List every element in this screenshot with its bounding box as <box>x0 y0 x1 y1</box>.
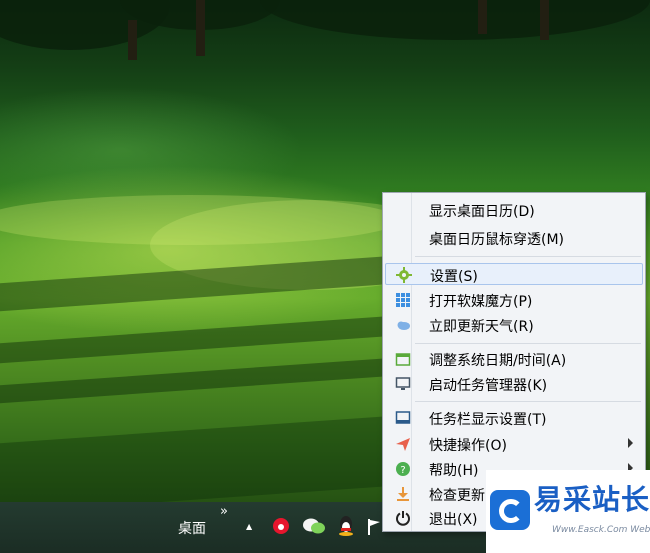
menu-item-label: 启动任务管理器(K) <box>429 378 548 394</box>
tree-trunk <box>196 0 205 56</box>
download-icon <box>397 487 409 501</box>
shadow-band <box>0 415 400 515</box>
menu-item-task-manager[interactable]: 启动任务管理器(K) <box>385 373 643 395</box>
monitor-icon <box>395 377 411 390</box>
menu-item-label: 立即更新天气(R) <box>429 319 534 335</box>
menu-item-adjust-date-time[interactable]: 调整系统日期/时间(A) <box>385 348 643 370</box>
toolbar-expand-icon[interactable]: » <box>220 504 228 519</box>
submenu-arrow-icon <box>628 438 633 448</box>
menu-separator <box>415 401 641 402</box>
tray-overflow-icon[interactable]: ▲ <box>246 522 252 531</box>
desktop-toolbar-label[interactable]: 桌面 <box>178 518 206 538</box>
wechat-icon[interactable] <box>302 516 326 536</box>
menu-item-taskbar-display-settings[interactable]: 任务栏显示设置(T) <box>385 407 643 429</box>
menu-item-label: 快捷操作(O) <box>429 438 507 454</box>
grid-icon <box>396 293 410 307</box>
watermark: 易采站长站 Www.Easck.Com Website <box>486 470 650 553</box>
menu-item-label: 显示桌面日历(D) <box>429 204 535 220</box>
watermark-title: 易采站长站 <box>534 483 650 516</box>
action-center-flag-icon[interactable] <box>366 518 382 536</box>
tree-trunk <box>540 0 549 40</box>
taskbar-icon <box>395 411 411 424</box>
tree-trunk <box>128 20 137 60</box>
tree-trunk <box>478 0 487 34</box>
menu-separator <box>415 256 641 257</box>
shadow-band <box>0 357 400 405</box>
svg-text:?: ? <box>400 465 405 476</box>
cloud-icon <box>397 321 410 330</box>
shadow-band <box>0 315 400 365</box>
menu-item-label: 打开软媒魔方(P) <box>429 294 533 310</box>
send-icon <box>396 438 410 451</box>
menu-item-label: 调整系统日期/时间(A) <box>429 353 567 369</box>
menu-item-open-magic-cube[interactable]: 打开软媒魔方(P) <box>385 289 643 311</box>
menu-item-label: 退出(X) <box>429 512 478 528</box>
menu-item-quick-actions[interactable]: 快捷操作(O) <box>385 433 643 455</box>
watermark-logo-icon <box>490 490 530 530</box>
menu-item-update-weather[interactable]: 立即更新天气(R) <box>385 314 643 336</box>
menu-item-label: 检查更新 <box>429 488 485 504</box>
menu-item-calendar-mouse-through[interactable]: 桌面日历鼠标穿透(M) <box>385 227 643 249</box>
gear-icon <box>396 267 412 283</box>
watermark-subtitle: Www.Easck.Com Website <box>552 525 650 535</box>
calendar-icon <box>395 353 411 366</box>
menu-item-label: 帮助(H) <box>429 463 479 479</box>
qq-icon[interactable] <box>336 514 356 536</box>
menu-item-label: 任务栏显示设置(T) <box>429 412 547 428</box>
menu-separator <box>415 343 641 344</box>
power-icon <box>396 511 410 526</box>
help-icon: ? <box>396 462 410 476</box>
menu-item-show-desktop-calendar[interactable]: 显示桌面日历(D) <box>385 199 643 221</box>
weibo-icon[interactable] <box>270 514 292 536</box>
menu-item-label: 桌面日历鼠标穿透(M) <box>429 232 565 248</box>
menu-item-settings[interactable]: 设置(S) <box>385 263 643 285</box>
menu-item-label: 设置(S) <box>430 269 478 285</box>
tree-canopy <box>260 0 650 40</box>
